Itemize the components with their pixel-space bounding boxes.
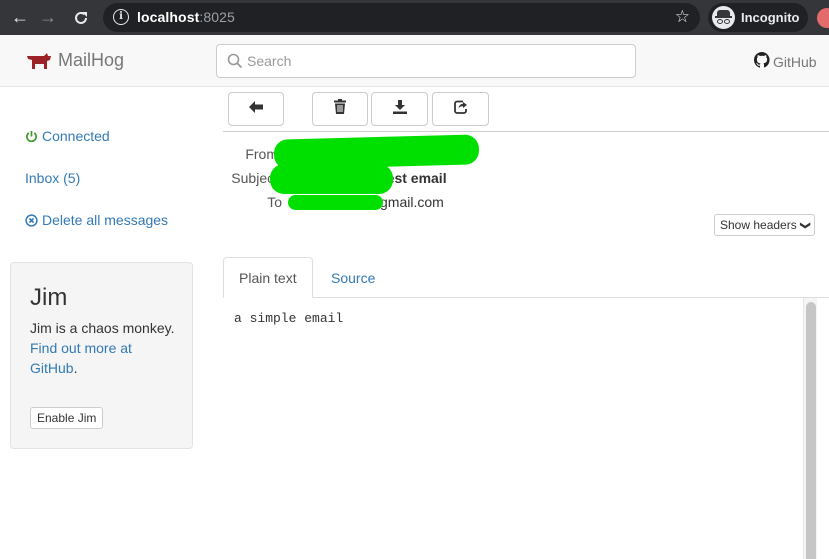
- hog-logo-icon: [26, 52, 52, 70]
- delete-button[interactable]: [312, 92, 368, 126]
- sidebar-item-inbox[interactable]: Inbox (5): [25, 170, 80, 186]
- tab-plain-text[interactable]: Plain text: [223, 257, 313, 298]
- message-body: a simple email: [234, 311, 344, 326]
- jim-panel: Jim Jim is a chaos monkey. Find out more…: [10, 262, 193, 449]
- info-icon[interactable]: i: [113, 9, 129, 25]
- incognito-badge[interactable]: Incognito: [708, 3, 808, 32]
- back-button[interactable]: [228, 92, 284, 126]
- incognito-label: Incognito: [741, 10, 800, 25]
- extension-icon[interactable]: [817, 8, 829, 28]
- toolbar-divider: [223, 131, 829, 132]
- star-icon[interactable]: ☆: [675, 7, 690, 27]
- download-button[interactable]: [371, 92, 428, 126]
- tab-source[interactable]: Source: [316, 257, 390, 298]
- to-label: To: [267, 194, 282, 210]
- jim-title: Jim: [30, 284, 68, 311]
- redaction-to: [288, 195, 383, 210]
- reload-icon[interactable]: [69, 0, 93, 35]
- show-headers-button[interactable]: Show headers ❯: [714, 214, 816, 236]
- subject-label: Subject: [231, 170, 278, 186]
- download-icon: [392, 99, 407, 119]
- connected-status: Connected: [25, 128, 110, 144]
- browser-chrome: ← → i localhost:8025 ☆ Incognito: [0, 0, 829, 35]
- forward-arrow-icon[interactable]: →: [36, 0, 60, 35]
- redaction-subject: [270, 164, 393, 194]
- remove-circle-icon: [25, 213, 38, 227]
- back-arrow-icon[interactable]: ←: [8, 0, 32, 35]
- brand-title: MailHog: [58, 50, 125, 70]
- tabs-divider: [223, 297, 829, 298]
- scrollbar-thumb[interactable]: [806, 302, 816, 559]
- share-icon: [453, 100, 468, 119]
- address-bar[interactable]: i localhost:8025 ☆: [103, 3, 700, 32]
- release-button[interactable]: [432, 92, 489, 126]
- search-input[interactable]: [247, 45, 627, 77]
- chevron-down-icon: ❯: [799, 220, 811, 230]
- brand[interactable]: MailHog: [26, 50, 124, 71]
- search-icon: [227, 53, 243, 74]
- github-icon: [753, 52, 770, 71]
- power-icon: [25, 130, 38, 143]
- url-text: localhost:8025: [137, 9, 235, 25]
- github-link[interactable]: GitHub: [753, 52, 817, 71]
- enable-jim-button[interactable]: Enable Jim: [30, 407, 104, 429]
- trash-icon: [334, 99, 346, 119]
- from-label: From: [245, 146, 278, 162]
- navbar: MailHog GitHub: [0, 35, 829, 87]
- jim-description: Jim is a chaos monkey. Find out more at …: [30, 320, 175, 376]
- to-value: gmail.com: [380, 194, 444, 210]
- jim-github-link[interactable]: Find out more at GitHub: [30, 340, 132, 376]
- search-box[interactable]: [216, 44, 636, 78]
- incognito-icon: [712, 6, 735, 29]
- arrow-left-icon: [249, 100, 263, 118]
- delete-all-messages-link[interactable]: Delete all messages: [25, 212, 168, 228]
